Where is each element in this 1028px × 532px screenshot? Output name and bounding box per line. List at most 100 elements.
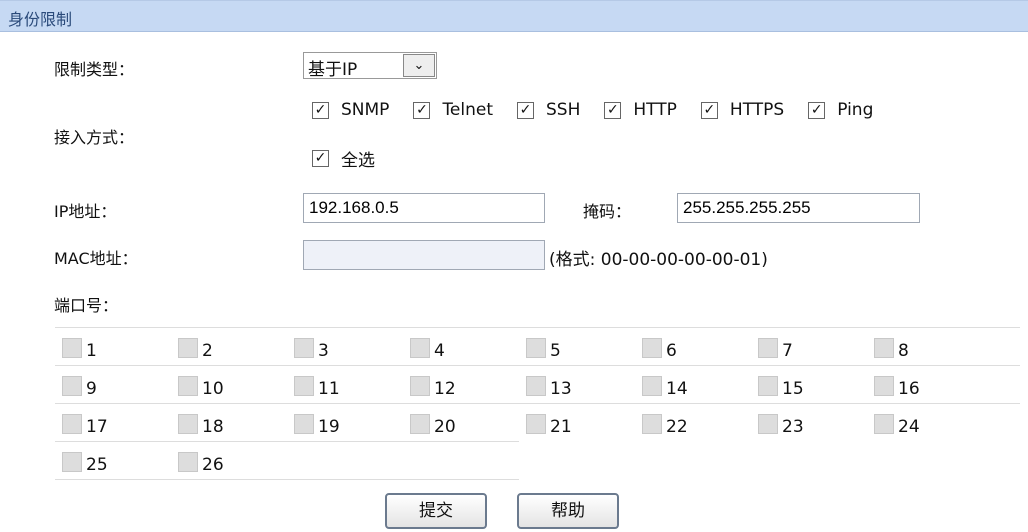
access-option-label: Ping: [837, 100, 874, 120]
port-checkbox[interactable]: [874, 376, 894, 396]
access-option-snmp[interactable]: ✓ SNMP: [312, 100, 389, 120]
access-option-label: SSH: [546, 100, 581, 120]
port-label: 26: [202, 455, 224, 475]
chevron-down-icon[interactable]: ⌄: [403, 54, 435, 77]
access-option-https[interactable]: ✓ HTTPS: [700, 100, 785, 120]
port-1[interactable]: 1: [55, 328, 171, 365]
mask-input[interactable]: [677, 193, 920, 223]
port-label: 10: [202, 379, 224, 399]
ip-input[interactable]: [303, 193, 545, 223]
port-checkbox[interactable]: [642, 338, 662, 358]
port-checkbox[interactable]: [526, 376, 546, 396]
port-19[interactable]: 19: [287, 404, 403, 441]
port-label: 13: [550, 379, 572, 399]
mask-label: 掩码：: [583, 202, 632, 221]
port-25[interactable]: 25: [55, 442, 171, 479]
port-11[interactable]: 11: [287, 366, 403, 403]
port-7[interactable]: 7: [751, 328, 867, 365]
check-icon[interactable]: ✓: [517, 101, 535, 119]
port-row: 9 10 11 12 13 14 15 16: [55, 365, 1020, 403]
port-checkbox[interactable]: [758, 338, 778, 358]
submit-button[interactable]: 提交: [385, 493, 487, 529]
restrict-type-label: 限制类型：: [54, 60, 135, 79]
port-5[interactable]: 5: [519, 328, 635, 365]
port-checkbox[interactable]: [294, 338, 314, 358]
port-label: 5: [550, 341, 561, 361]
port-label: 14: [666, 379, 688, 399]
section-header: 身份限制: [0, 0, 1028, 32]
port-18[interactable]: 18: [171, 404, 287, 441]
port-label: 8: [898, 341, 909, 361]
select-all-checkbox[interactable]: ✓ 全选: [312, 146, 375, 171]
port-checkbox[interactable]: [62, 338, 82, 358]
check-icon[interactable]: ✓: [312, 150, 329, 167]
port-checkbox[interactable]: [526, 338, 546, 358]
port-10[interactable]: 10: [171, 366, 287, 403]
port-checkbox[interactable]: [294, 376, 314, 396]
access-option-ssh[interactable]: ✓ SSH: [517, 100, 580, 120]
check-icon[interactable]: ✓: [604, 101, 622, 119]
check-icon[interactable]: ✓: [312, 101, 329, 119]
port-21[interactable]: 21: [519, 404, 635, 441]
port-6[interactable]: 6: [635, 328, 751, 365]
port-17[interactable]: 17: [55, 404, 171, 441]
access-options: ✓ SNMP ✓ Telnet ✓ SSH ✓ HTTP ✓ HTTPS ✓ Ping: [312, 100, 885, 120]
port-14[interactable]: 14: [635, 366, 751, 403]
port-checkbox[interactable]: [62, 452, 82, 472]
access-option-ping[interactable]: ✓ Ping: [808, 100, 873, 120]
restrict-type-select[interactable]: 基于IP ⌄: [303, 52, 437, 80]
port-15[interactable]: 15: [751, 366, 867, 403]
port-24[interactable]: 24: [867, 404, 983, 441]
mac-input[interactable]: [303, 240, 545, 270]
port-checkbox[interactable]: [294, 414, 314, 434]
access-option-label: HTTP: [633, 100, 677, 120]
port-checkbox[interactable]: [178, 452, 198, 472]
port-checkbox[interactable]: [410, 338, 430, 358]
port-label: 16: [898, 379, 920, 399]
port-checkbox[interactable]: [410, 414, 430, 434]
check-icon[interactable]: ✓: [700, 101, 718, 119]
access-option-http[interactable]: ✓ HTTP: [604, 100, 677, 120]
port-20[interactable]: 20: [403, 404, 519, 441]
port-3[interactable]: 3: [287, 328, 403, 365]
access-option-telnet[interactable]: ✓ Telnet: [413, 100, 493, 120]
port-grid: 1 2 3 4 5 6 7 8 9 10 11 12 13 14 15 16 17 18 19 20 21 22 23 24 2…: [55, 327, 1020, 480]
port-checkbox[interactable]: [178, 376, 198, 396]
port-4[interactable]: 4: [403, 328, 519, 365]
port-2[interactable]: 2: [171, 328, 287, 365]
port-9[interactable]: 9: [55, 366, 171, 403]
port-22[interactable]: 22: [635, 404, 751, 441]
port-16[interactable]: 16: [867, 366, 983, 403]
restrict-type-value: 基于IP: [308, 60, 358, 80]
port-checkbox[interactable]: [874, 338, 894, 358]
port-checkbox[interactable]: [62, 414, 82, 434]
port-label: 19: [318, 417, 340, 437]
port-23[interactable]: 23: [751, 404, 867, 441]
port-13[interactable]: 13: [519, 366, 635, 403]
check-icon[interactable]: ✓: [413, 101, 431, 119]
port-checkbox[interactable]: [178, 414, 198, 434]
port-checkbox[interactable]: [758, 414, 778, 434]
help-button[interactable]: 帮助: [517, 493, 619, 529]
port-label: 2: [202, 341, 213, 361]
port-checkbox[interactable]: [758, 376, 778, 396]
port-checkbox[interactable]: [410, 376, 430, 396]
port-label: 25: [86, 455, 108, 475]
port-label: 18: [202, 417, 224, 437]
port-checkbox[interactable]: [642, 376, 662, 396]
ip-label: IP地址：: [54, 202, 117, 221]
port-checkbox[interactable]: [642, 414, 662, 434]
check-icon[interactable]: ✓: [808, 101, 826, 119]
port-label: 7: [782, 341, 793, 361]
port-checkbox[interactable]: [62, 376, 82, 396]
port-12[interactable]: 12: [403, 366, 519, 403]
access-option-label: HTTPS: [729, 100, 785, 120]
port-checkbox[interactable]: [874, 414, 894, 434]
port-8[interactable]: 8: [867, 328, 983, 365]
access-label: 接入方式：: [54, 128, 135, 147]
port-checkbox[interactable]: [526, 414, 546, 434]
port-checkbox[interactable]: [178, 338, 198, 358]
access-option-label: Telnet: [442, 100, 494, 120]
mac-label: MAC地址：: [54, 249, 138, 268]
port-26[interactable]: 26: [171, 442, 287, 479]
